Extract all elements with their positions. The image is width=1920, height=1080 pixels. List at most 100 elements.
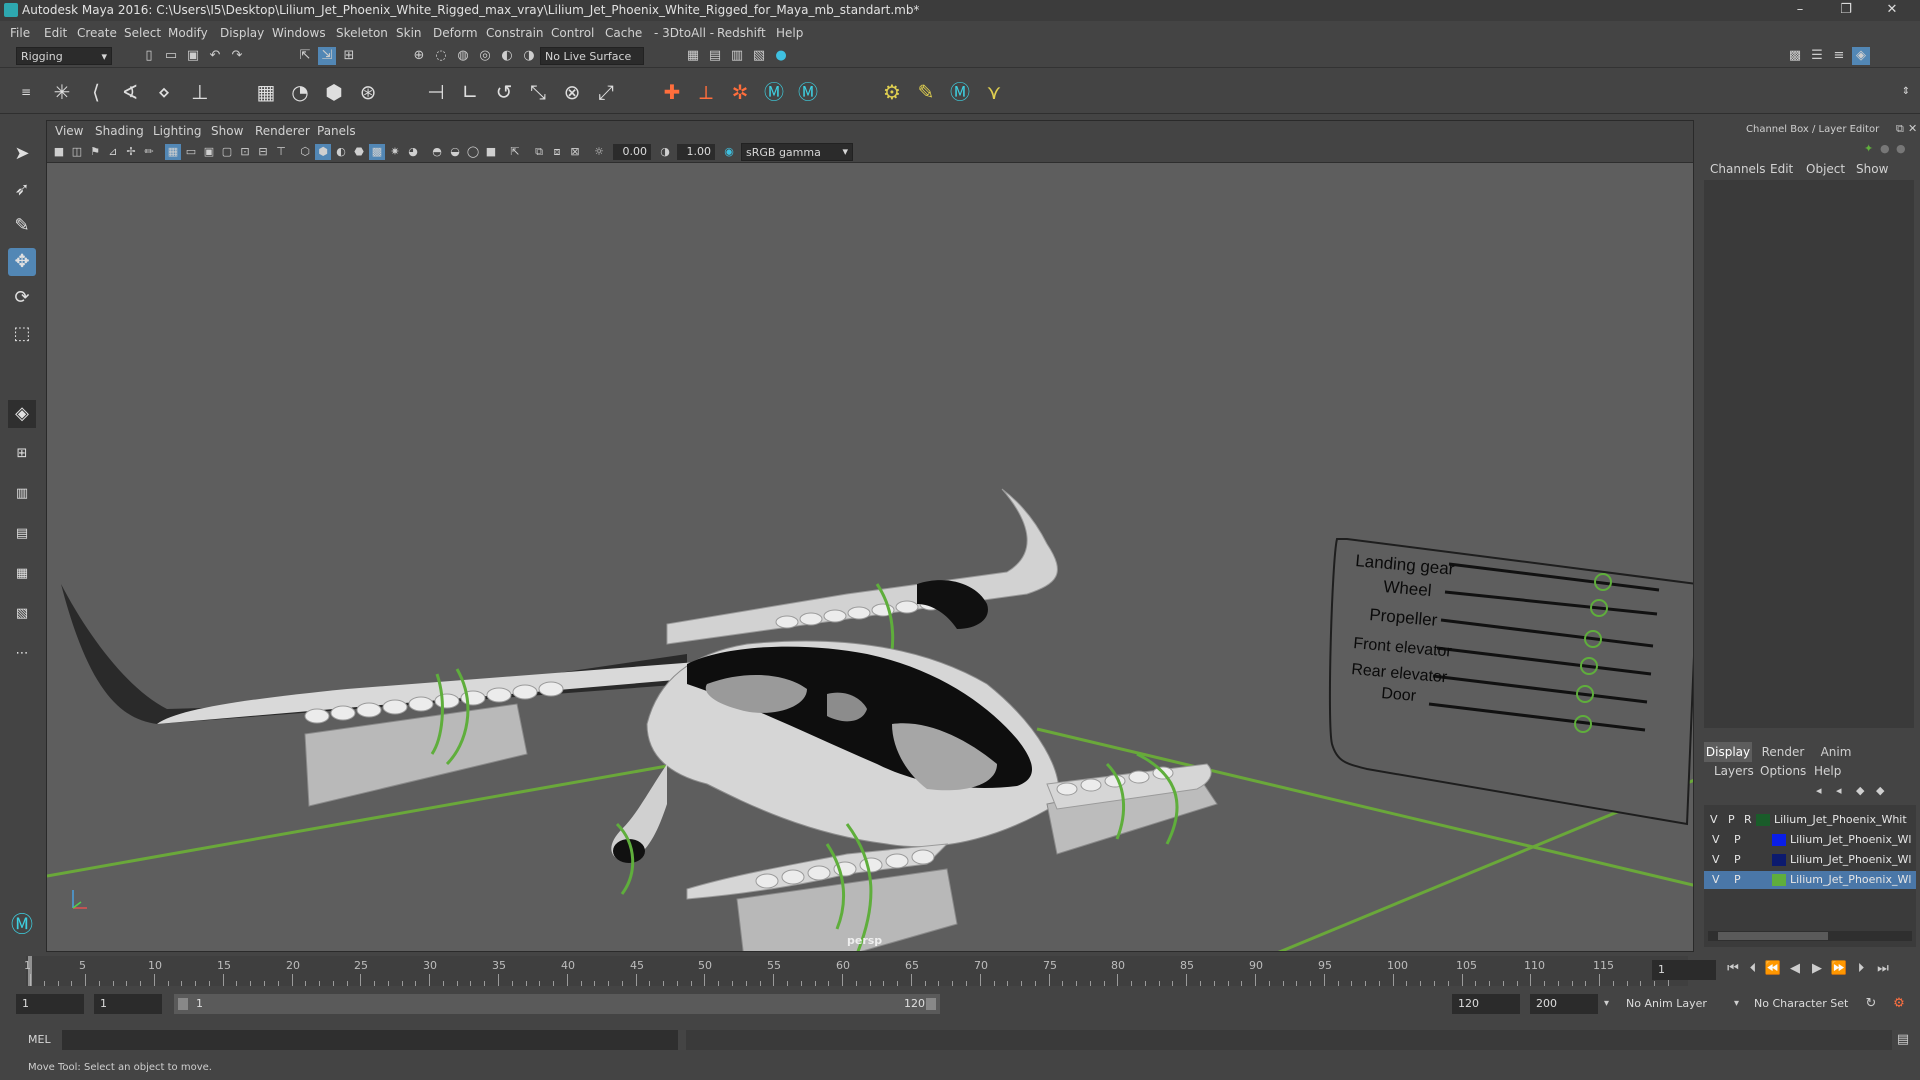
isolate-select-icon[interactable]: ⇱ bbox=[507, 144, 523, 160]
script-editor-icon[interactable]: ▤ bbox=[1894, 1031, 1912, 1049]
smooth-shade-icon[interactable]: ⬢ bbox=[315, 144, 331, 160]
lattice-icon[interactable]: ⬢ bbox=[322, 80, 346, 104]
menu-select[interactable]: Select bbox=[124, 26, 161, 40]
new-scene-icon[interactable]: ▯ bbox=[140, 47, 158, 65]
skeleton-icon[interactable]: Ⓜ bbox=[796, 80, 820, 104]
scale-tool-icon[interactable]: ⬚ bbox=[8, 320, 36, 348]
layer-visibility[interactable]: V bbox=[1710, 813, 1718, 826]
snap-view-icon[interactable]: ◎ bbox=[476, 47, 494, 65]
character-icon[interactable]: Ⓜ bbox=[762, 80, 786, 104]
render-settings-icon[interactable]: ▧ bbox=[750, 47, 768, 65]
shadows-icon[interactable]: ◕ bbox=[405, 144, 421, 160]
channel-box-area[interactable] bbox=[1704, 180, 1914, 728]
viewport-menu-shading[interactable]: Shading bbox=[95, 124, 144, 138]
menu-cache[interactable]: Cache bbox=[605, 26, 642, 40]
maximize-button[interactable]: ❐ bbox=[1826, 2, 1866, 18]
wireframe-icon[interactable]: ⬡ bbox=[297, 144, 313, 160]
time-slider[interactable]: 1510152025303540455055606570758085909510… bbox=[0, 952, 1920, 988]
end-time-field[interactable]: 200 bbox=[1530, 994, 1598, 1014]
layer-color-swatch[interactable] bbox=[1772, 874, 1786, 886]
channels-menu[interactable]: Channels bbox=[1710, 162, 1766, 176]
snap-point-icon[interactable]: ◍ bbox=[454, 47, 472, 65]
default-material-icon[interactable]: ◐ bbox=[333, 144, 349, 160]
viewport-menu-renderer[interactable]: Renderer bbox=[255, 124, 310, 138]
point-constraint-icon[interactable]: ⊣ bbox=[424, 80, 448, 104]
move-layer-down-icon[interactable]: ◂ bbox=[1836, 784, 1842, 797]
open-scene-icon[interactable]: ▭ bbox=[162, 47, 180, 65]
motion-blur-icon[interactable]: ◒ bbox=[447, 144, 463, 160]
play-backward-icon[interactable]: ◀ bbox=[1786, 960, 1804, 978]
close-button[interactable]: ✕ bbox=[1872, 2, 1912, 18]
grid-icon[interactable]: ▦ bbox=[165, 144, 181, 160]
hik-icon[interactable]: ✲ bbox=[728, 80, 752, 104]
minimize-button[interactable]: – bbox=[1780, 2, 1820, 18]
step-forward-key-icon[interactable]: ⏩ bbox=[1830, 960, 1848, 978]
xray-joints-icon[interactable]: ⧈ bbox=[549, 144, 565, 160]
layer-playback[interactable]: P bbox=[1734, 873, 1741, 886]
menu-skeleton[interactable]: Skeleton bbox=[336, 26, 388, 40]
snap-live-icon[interactable]: ◑ bbox=[520, 47, 538, 65]
viewport-menu-view[interactable]: View bbox=[55, 124, 83, 138]
layer-row[interactable]: V P Lilium_Jet_Phoenix_Wl bbox=[1704, 831, 1916, 849]
gamma-icon[interactable]: ◑ bbox=[657, 144, 673, 160]
locator-icon[interactable]: ✚ bbox=[660, 80, 684, 104]
chevron-down-icon[interactable]: ▾ bbox=[1734, 998, 1739, 1009]
range-end-handle[interactable] bbox=[926, 998, 936, 1010]
orient-constraint-icon[interactable]: ↺ bbox=[492, 80, 516, 104]
channels-show-menu[interactable]: Show bbox=[1856, 162, 1888, 176]
live-surface-field[interactable]: No Live Surface bbox=[540, 47, 644, 65]
tab-anim[interactable]: Anim bbox=[1812, 742, 1860, 762]
render-frame-icon[interactable]: ▦ bbox=[684, 47, 702, 65]
menu-windows[interactable]: Windows bbox=[272, 26, 326, 40]
outliner-layout-icon[interactable]: ▤ bbox=[8, 520, 36, 548]
aim-constraint-icon[interactable]: ∟ bbox=[458, 80, 482, 104]
blend-shape-icon[interactable]: ⚙ bbox=[880, 80, 904, 104]
play-forward-icon[interactable]: ▶ bbox=[1808, 960, 1826, 978]
move-tool-icon[interactable]: ✥ bbox=[8, 248, 36, 276]
layer-playback[interactable]: P bbox=[1728, 813, 1735, 826]
graph-layout-icon[interactable]: ▦ bbox=[8, 560, 36, 588]
layer-visibility[interactable]: V bbox=[1712, 853, 1720, 866]
menu-help[interactable]: Help bbox=[776, 26, 803, 40]
layer-color-swatch[interactable] bbox=[1772, 854, 1786, 866]
lights-icon[interactable]: ✷ bbox=[387, 144, 403, 160]
tab-display[interactable]: Display bbox=[1704, 742, 1752, 762]
command-input[interactable] bbox=[62, 1030, 678, 1050]
ik-handle-icon[interactable]: ⟨ bbox=[84, 80, 108, 104]
menu-redshift[interactable]: Redshift bbox=[717, 26, 766, 40]
scrollbar-thumb[interactable] bbox=[1718, 932, 1828, 940]
textured-icon[interactable]: ▩ bbox=[369, 144, 385, 160]
float-panel-icon[interactable]: ⧉ bbox=[1896, 122, 1904, 136]
ik-spline-icon[interactable]: ∢ bbox=[118, 80, 142, 104]
go-to-start-icon[interactable]: ⏮ bbox=[1724, 960, 1742, 978]
select-hierarchy-icon[interactable]: ⇱ bbox=[296, 47, 314, 65]
gate-mask-icon[interactable]: ▢ bbox=[219, 144, 235, 160]
layer-list-scrollbar[interactable] bbox=[1708, 931, 1912, 941]
xray-components-icon[interactable]: ⊠ bbox=[567, 144, 583, 160]
menu-control[interactable]: Control bbox=[551, 26, 594, 40]
modeling-toolkit-icon[interactable]: ▩ bbox=[1786, 47, 1804, 65]
image-plane-icon[interactable]: ⊿ bbox=[105, 144, 121, 160]
select-object-icon[interactable]: ⇲ bbox=[318, 47, 336, 65]
scale-constraint-icon[interactable]: ⤡ bbox=[526, 80, 550, 104]
view-transform-dropdown[interactable]: sRGB gamma ▾ bbox=[741, 143, 853, 161]
curve-tool-icon[interactable]: ⋎ bbox=[982, 80, 1006, 104]
menu-edit[interactable]: Edit bbox=[44, 26, 67, 40]
menu-skin[interactable]: Skin bbox=[396, 26, 422, 40]
layer-color-swatch[interactable] bbox=[1772, 834, 1786, 846]
shelf-scroll-icon[interactable]: ⇕ bbox=[1894, 80, 1918, 104]
shelf-menu-icon[interactable]: ≡ bbox=[14, 80, 38, 104]
menu-modify[interactable]: Modify bbox=[168, 26, 208, 40]
new-layer-selected-icon[interactable]: ◆ bbox=[1876, 784, 1884, 797]
panel-options-icon[interactable]: ⋯ bbox=[8, 640, 36, 668]
safe-title-icon[interactable]: ⊤ bbox=[273, 144, 289, 160]
current-time-indicator[interactable] bbox=[28, 956, 32, 986]
layer-row[interactable]: V P R Lilium_Jet_Phoenix_Whit bbox=[1704, 811, 1916, 829]
layer-color-swatch[interactable] bbox=[1756, 814, 1770, 826]
menu-deform[interactable]: Deform bbox=[433, 26, 478, 40]
wire-deformer-icon[interactable]: ✎ bbox=[914, 80, 938, 104]
viewport-menu-show[interactable]: Show bbox=[211, 124, 243, 138]
viewport-menu-lighting[interactable]: Lighting bbox=[153, 124, 202, 138]
channels-object-menu[interactable]: Object bbox=[1806, 162, 1845, 176]
mel-label[interactable]: MEL bbox=[28, 1033, 51, 1046]
